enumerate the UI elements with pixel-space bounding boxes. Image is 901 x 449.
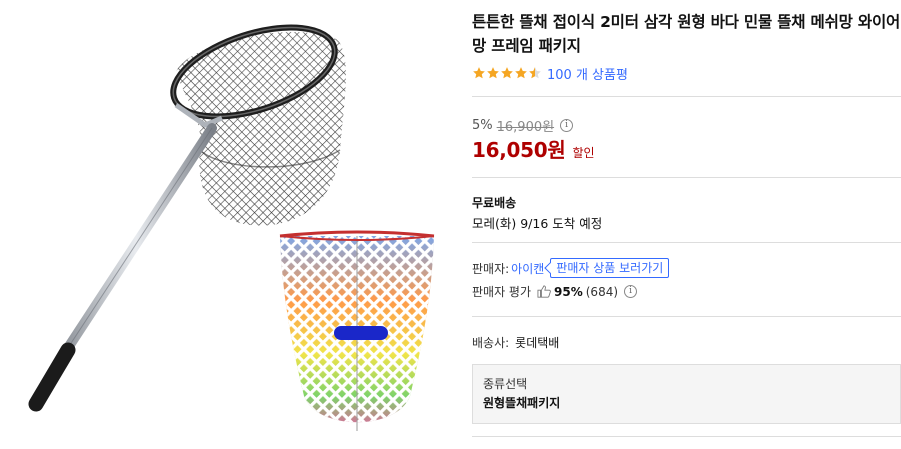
final-price: 16,050원	[472, 138, 566, 162]
divider	[472, 96, 901, 97]
discount-row: 5% 16,900원 i	[472, 116, 574, 135]
review-count-link[interactable]: 100 개 상품평	[547, 64, 628, 83]
product-gallery	[0, 0, 450, 449]
info-icon[interactable]: i	[560, 119, 574, 132]
info-icon[interactable]: i	[624, 285, 638, 298]
option-selector[interactable]: 종류선택 원형뜰채패키지	[472, 364, 901, 424]
divider	[472, 242, 901, 243]
discount-label: 할인	[572, 146, 595, 160]
seller-products-button[interactable]: 판매자 상품 보러가기	[550, 258, 670, 278]
seller-rating-label: 판매자 평가	[472, 285, 532, 299]
divider	[472, 316, 901, 317]
product-title: 튼튼한 뜰채 접이식 2미터 삼각 원형 바다 민물 뜰채 메쉬망 와이어망 프…	[472, 13, 901, 55]
half-star-icon	[529, 67, 541, 79]
carrier-label: 배송사:	[472, 336, 510, 350]
product-rating[interactable]: 100 개 상품평	[472, 64, 628, 83]
seller-name-link[interactable]: 아이캔	[511, 260, 544, 277]
divider	[472, 436, 901, 437]
star-icon	[487, 67, 499, 79]
carrier-row: 배송사: 롯데택배	[472, 334, 559, 351]
star-icon	[473, 67, 485, 79]
original-price: 16,900원	[496, 120, 555, 135]
option-label: 종류선택	[483, 377, 528, 391]
star-icon	[501, 67, 513, 79]
arrival-date: 모레(화) 9/16 도착 예정	[472, 216, 603, 231]
carrier-value: 롯데택배	[515, 336, 560, 350]
star-icon	[515, 67, 527, 79]
price-row: 16,050원 할인	[472, 134, 595, 163]
product-info-panel: 튼튼한 뜰채 접이식 2미터 삼각 원형 바다 민물 뜰채 메쉬망 와이어망 프…	[472, 0, 901, 449]
seller-rating-count: (684)	[585, 284, 619, 299]
option-value: 원형뜰채패키지	[483, 396, 561, 410]
shipping-title: 무료배송	[472, 196, 517, 210]
discount-rate: 5%	[472, 118, 493, 133]
rating-stars	[472, 66, 542, 80]
seller-rating-percent: 95%	[554, 284, 583, 299]
seller-label: 판매자:	[472, 261, 510, 276]
seller-rating-row: 판매자 평가 95% (684) i	[472, 283, 638, 300]
product-sub-image[interactable]	[272, 226, 442, 439]
thumbs-up-icon	[537, 285, 551, 298]
divider	[472, 177, 901, 178]
seller-row: 판매자: 아이캔 판매자 상품 보러가기	[472, 258, 670, 278]
